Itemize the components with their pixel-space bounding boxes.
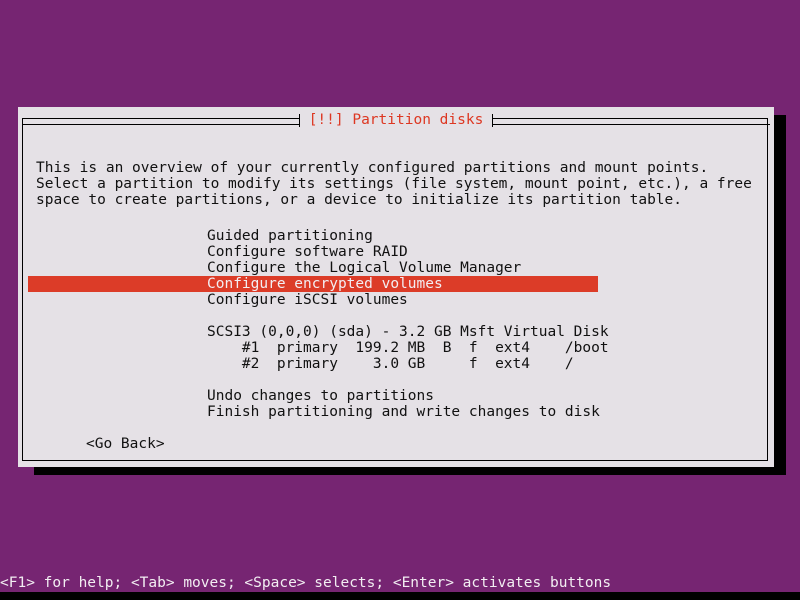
menu-item-configure-lvm[interactable]: Configure the Logical Volume Manager bbox=[28, 260, 772, 276]
dialog-description: This is an overview of your currently co… bbox=[36, 160, 761, 208]
action-finish-partitioning[interactable]: Finish partitioning and write changes to… bbox=[28, 404, 772, 420]
disk-header-sda[interactable]: SCSI3 (0,0,0) (sda) - 3.2 GB Msft Virtua… bbox=[28, 324, 772, 340]
partition-actions: Undo changes to partitions Finish partit… bbox=[28, 388, 772, 420]
disk-listing: SCSI3 (0,0,0) (sda) - 3.2 GB Msft Virtua… bbox=[28, 324, 772, 372]
bottom-black-strip bbox=[0, 592, 800, 600]
installer-screen: This is an overview of your currently co… bbox=[0, 0, 800, 600]
partition-menu: Guided partitioning Configure software R… bbox=[28, 228, 772, 308]
partition-row-2[interactable]: #2 primary 3.0 GB f ext4 / bbox=[28, 356, 772, 372]
status-bar-help: <F1> for help; <Tab> moves; <Space> sele… bbox=[0, 575, 800, 592]
dialog-buttons: <Go Back> bbox=[28, 436, 772, 452]
go-back-button[interactable]: <Go Back> bbox=[28, 436, 165, 452]
dialog-inner-border: This is an overview of your currently co… bbox=[22, 118, 768, 461]
action-undo-changes[interactable]: Undo changes to partitions bbox=[28, 388, 772, 404]
menu-item-configure-encrypted-volumes[interactable]: Configure encrypted volumes bbox=[28, 276, 598, 292]
menu-item-configure-iscsi-volumes[interactable]: Configure iSCSI volumes bbox=[28, 292, 772, 308]
partition-row-1[interactable]: #1 primary 199.2 MB B f ext4 /boot bbox=[28, 340, 772, 356]
menu-item-configure-software-raid[interactable]: Configure software RAID bbox=[28, 244, 772, 260]
partition-disks-dialog: This is an overview of your currently co… bbox=[18, 107, 774, 467]
menu-item-guided-partitioning[interactable]: Guided partitioning bbox=[28, 228, 772, 244]
dialog-content: This is an overview of your currently co… bbox=[28, 131, 772, 472]
